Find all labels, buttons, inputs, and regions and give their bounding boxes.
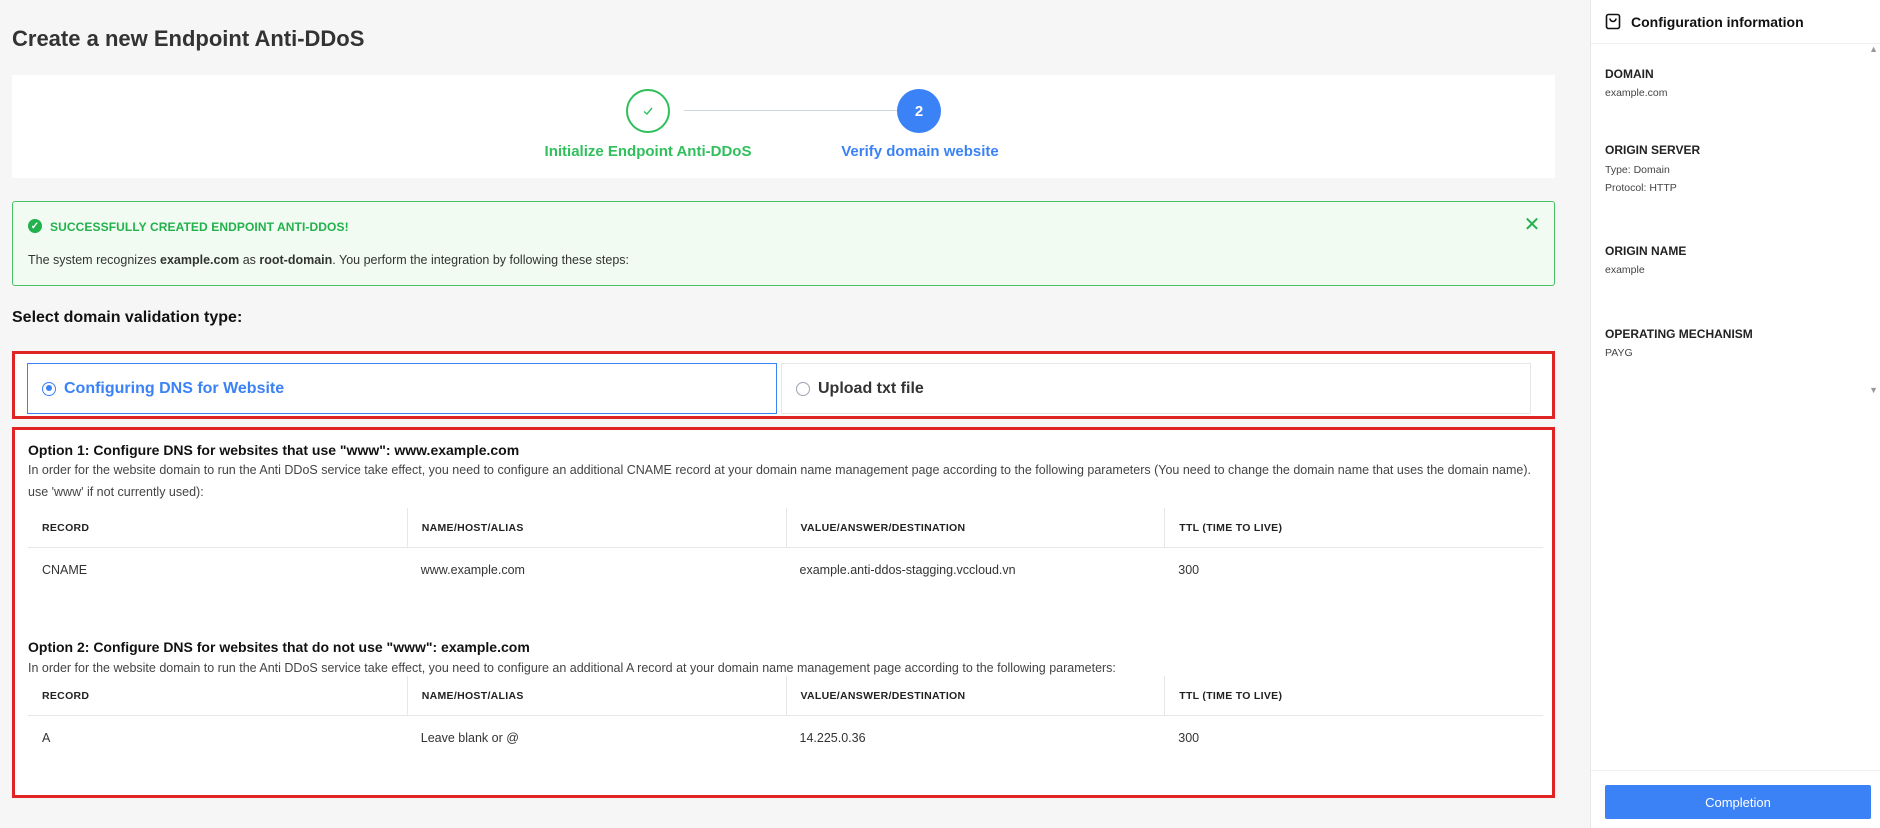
panel-header: Configuration information [1591,0,1880,44]
column-header: VALUE/ANSWER/DESTINATION [785,676,1165,715]
scroll-down-icon[interactable]: ▼ [1869,385,1878,395]
origin-server-protocol: Protocol: HTTP [1605,182,1677,194]
option-1-description: In order for the website domain to run t… [28,463,1531,499]
column-header: VALUE/ANSWER/DESTINATION [785,508,1165,547]
origin-name-label: ORIGIN NAME [1605,244,1687,258]
origin-server-label: ORIGIN SERVER [1605,143,1701,157]
name-cell: Leave blank or @ [420,731,519,745]
alert-text-prefix: The system recognizes [28,253,160,267]
value-cell: example.anti-ddos-stagging.vccloud.vn [799,563,1016,577]
option-upload-txt[interactable]: Upload txt file [781,363,1531,414]
step-2-label: Verify domain website [841,143,999,160]
value-cell: 14.225.0.36 [799,731,866,745]
option-configure-dns[interactable]: Configuring DNS for Website [27,363,777,414]
column-header: NAME/HOST/ALIAS [406,508,786,547]
ttl-cell: 300 [1178,563,1200,577]
completion-button[interactable]: Completion [1605,785,1871,819]
column-header: NAME/HOST/ALIAS [406,676,786,715]
step-1-complete [626,89,670,133]
alert-text-middle: as [239,253,260,267]
scroll-up-icon[interactable]: ▲ [1869,44,1878,54]
origin-name-value: example [1605,264,1645,276]
close-icon[interactable]: ✕ [1522,215,1542,235]
alert-domain: example.com [160,253,240,267]
radio-unselected-icon[interactable] [796,381,810,396]
shopping-bag-icon [1605,13,1621,30]
option-configure-dns-label: Configuring DNS for Website [64,379,285,397]
table-row: A Leave blank or @ 14.225.0.36 300 [28,716,1543,760]
operating-mechanism-value: PAYG [1605,347,1633,359]
success-check-icon: ✓ [28,219,42,233]
table-header: RECORD NAME/HOST/ALIAS VALUE/ANSWER/DEST… [28,676,1543,716]
alert-message: The system recognizes example.com as roo… [28,253,629,267]
table-row: CNAME www.example.com example.anti-ddos-… [28,548,1543,592]
domain-label: DOMAIN [1605,67,1654,81]
validation-type-selector: Configuring DNS for Website Upload txt f… [12,351,1555,419]
stepper-connector [684,110,910,111]
success-alert: ✓ SUCCESSFULLY CREATED ENDPOINT ANTI-DDO… [12,201,1555,286]
domain-value: example.com [1605,87,1668,99]
alert-root-domain: root-domain [259,253,333,267]
name-cell: www.example.com [420,563,525,577]
dns-instructions: Option 1: Configure DNS for websites tha… [12,427,1555,798]
option-1-title: Option 1: Configure DNS for websites tha… [28,442,520,458]
option-1-table: RECORD NAME/HOST/ALIAS VALUE/ANSWER/DEST… [28,508,1543,592]
record-cell: CNAME [42,563,88,577]
panel-footer: Completion [1591,770,1880,828]
column-header: RECORD [42,689,90,702]
check-icon [643,107,653,115]
stepper: 2 Initialize Endpoint Anti-DDoS Verify d… [12,75,1555,178]
page-title: Create a new Endpoint Anti-DDoS [12,26,365,51]
configuration-panel: Configuration information ▲ DOMAIN examp… [1590,0,1880,828]
column-header: TTL (TIME TO LIVE) [1164,508,1543,547]
column-header: RECORD [42,521,90,534]
record-cell: A [42,731,51,745]
option-2-title: Option 2: Configure DNS for websites tha… [28,639,530,655]
alert-title: SUCCESSFULLY CREATED ENDPOINT ANTI-DDOS! [50,220,349,234]
main-content: Create a new Endpoint Anti-DDoS 2 Initia… [0,0,1590,828]
operating-mechanism-label: OPERATING MECHANISM [1605,327,1753,341]
origin-server-type: Type: Domain [1605,164,1670,176]
ttl-cell: 300 [1178,731,1200,745]
table-header: RECORD NAME/HOST/ALIAS VALUE/ANSWER/DEST… [28,508,1543,548]
column-header: TTL (TIME TO LIVE) [1164,676,1543,715]
step-1-label: Initialize Endpoint Anti-DDoS [544,143,752,160]
alert-text-suffix: . You perform the integration by followi… [332,253,630,267]
radio-selected-icon[interactable] [42,381,56,396]
validation-type-label: Select domain validation type: [12,309,243,326]
panel-title: Configuration information [1631,13,1804,30]
option-upload-txt-label: Upload txt file [818,379,924,397]
step-2-active: 2 [897,89,941,133]
option-2-table: RECORD NAME/HOST/ALIAS VALUE/ANSWER/DEST… [28,676,1543,760]
